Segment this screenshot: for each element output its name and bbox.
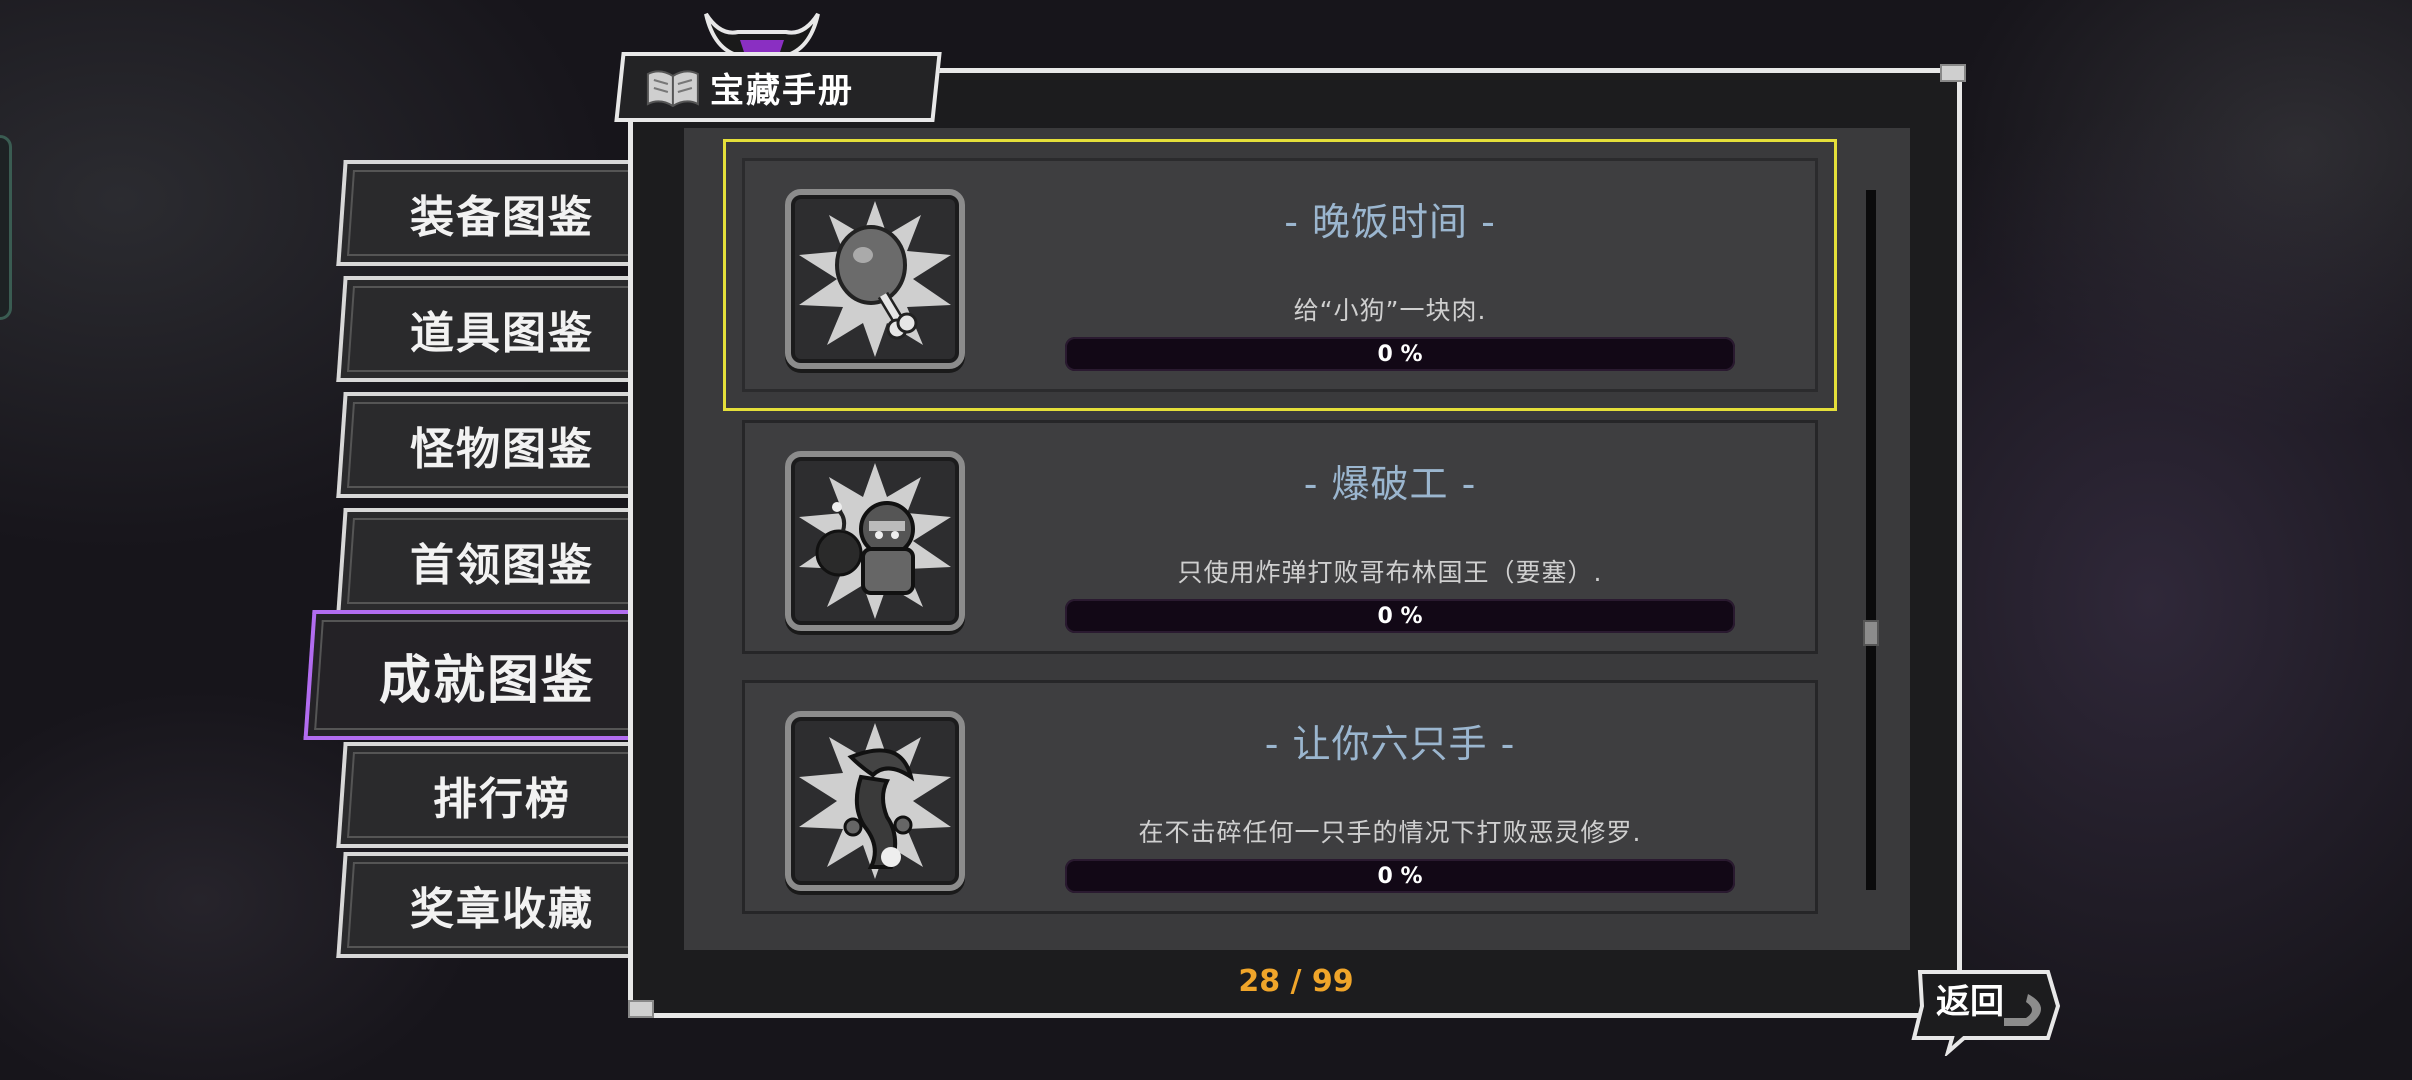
progress-label: 0 % — [1377, 341, 1423, 367]
achievement-icon-frame — [785, 711, 965, 891]
title-tab: 宝藏手册 — [614, 52, 942, 122]
menu-item-label: 排行榜 — [433, 774, 571, 825]
page-title: 宝藏手册 — [710, 70, 854, 111]
achievement-description: 只使用炸弹打败哥布林国王（要塞）. — [1177, 558, 1603, 587]
back-button-label: 返回 — [1936, 982, 2004, 1022]
achievement-icon-frame — [785, 451, 965, 631]
menu-achievement-codex[interactable]: 成就图鉴 — [303, 610, 647, 740]
achievement-title: - 爆破工 - — [1303, 462, 1477, 506]
menu-leaderboard[interactable]: 排行榜 — [336, 742, 644, 848]
scrollbar-track[interactable] — [1866, 190, 1876, 890]
achievement-title: - 晚饭时间 - — [1284, 200, 1496, 244]
achievement-card[interactable]: - 晚饭时间 - 给“小狗”一块肉. 0 % — [723, 139, 1837, 411]
achievement-progress-bar: 0 % — [1065, 859, 1735, 893]
menu-item-label: 奖章收藏 — [410, 884, 594, 935]
achievement-card[interactable]: - 让你六只手 - 在不击碎任何一只手的情况下打败恶灵修罗. 0 % — [742, 680, 1818, 914]
menu-equipment-codex[interactable]: 装备图鉴 — [336, 160, 644, 266]
menu-items-codex[interactable]: 道具图鉴 — [336, 276, 644, 382]
achievement-description: 给“小狗”一块肉. — [1293, 296, 1487, 325]
achievement-title: - 让你六只手 - — [1264, 722, 1516, 766]
left-edge-tab[interactable] — [0, 135, 12, 320]
achievement-card[interactable]: - 爆破工 - 只使用炸弹打败哥布林国王（要塞）. 0 % — [742, 420, 1818, 654]
menu-item-label: 怪物图鉴 — [410, 424, 594, 475]
menu-monster-codex[interactable]: 怪物图鉴 — [336, 392, 644, 498]
menu-item-label: 首领图鉴 — [410, 540, 594, 591]
panel-corner — [628, 1000, 654, 1018]
scrollbar-thumb[interactable] — [1863, 620, 1879, 646]
meat-drumstick-icon — [799, 201, 951, 357]
panel-corner — [1940, 64, 1966, 82]
menu-medal-collection[interactable]: 奖章收藏 — [336, 852, 644, 958]
menu-item-label: 道具图鉴 — [410, 308, 594, 359]
menu-boss-codex[interactable]: 首领图鉴 — [336, 508, 644, 614]
menu-item-label: 装备图鉴 — [410, 192, 594, 243]
page-counter: 28 / 99 — [1238, 964, 1354, 999]
achievement-description: 在不击碎任何一只手的情况下打败恶灵修罗. — [1138, 818, 1642, 847]
achievement-progress-bar: 0 % — [1065, 337, 1735, 371]
achievement-progress-bar: 0 % — [1065, 599, 1735, 633]
progress-label: 0 % — [1377, 603, 1423, 629]
achievement-icon-frame — [785, 189, 965, 369]
bomber-icon — [799, 463, 951, 619]
six-hands-demon-icon — [799, 723, 951, 879]
back-button[interactable]: 返回 — [1908, 966, 2064, 1058]
menu-item-label: 成就图鉴 — [378, 650, 595, 711]
progress-label: 0 % — [1377, 863, 1423, 889]
book-icon — [646, 70, 699, 108]
